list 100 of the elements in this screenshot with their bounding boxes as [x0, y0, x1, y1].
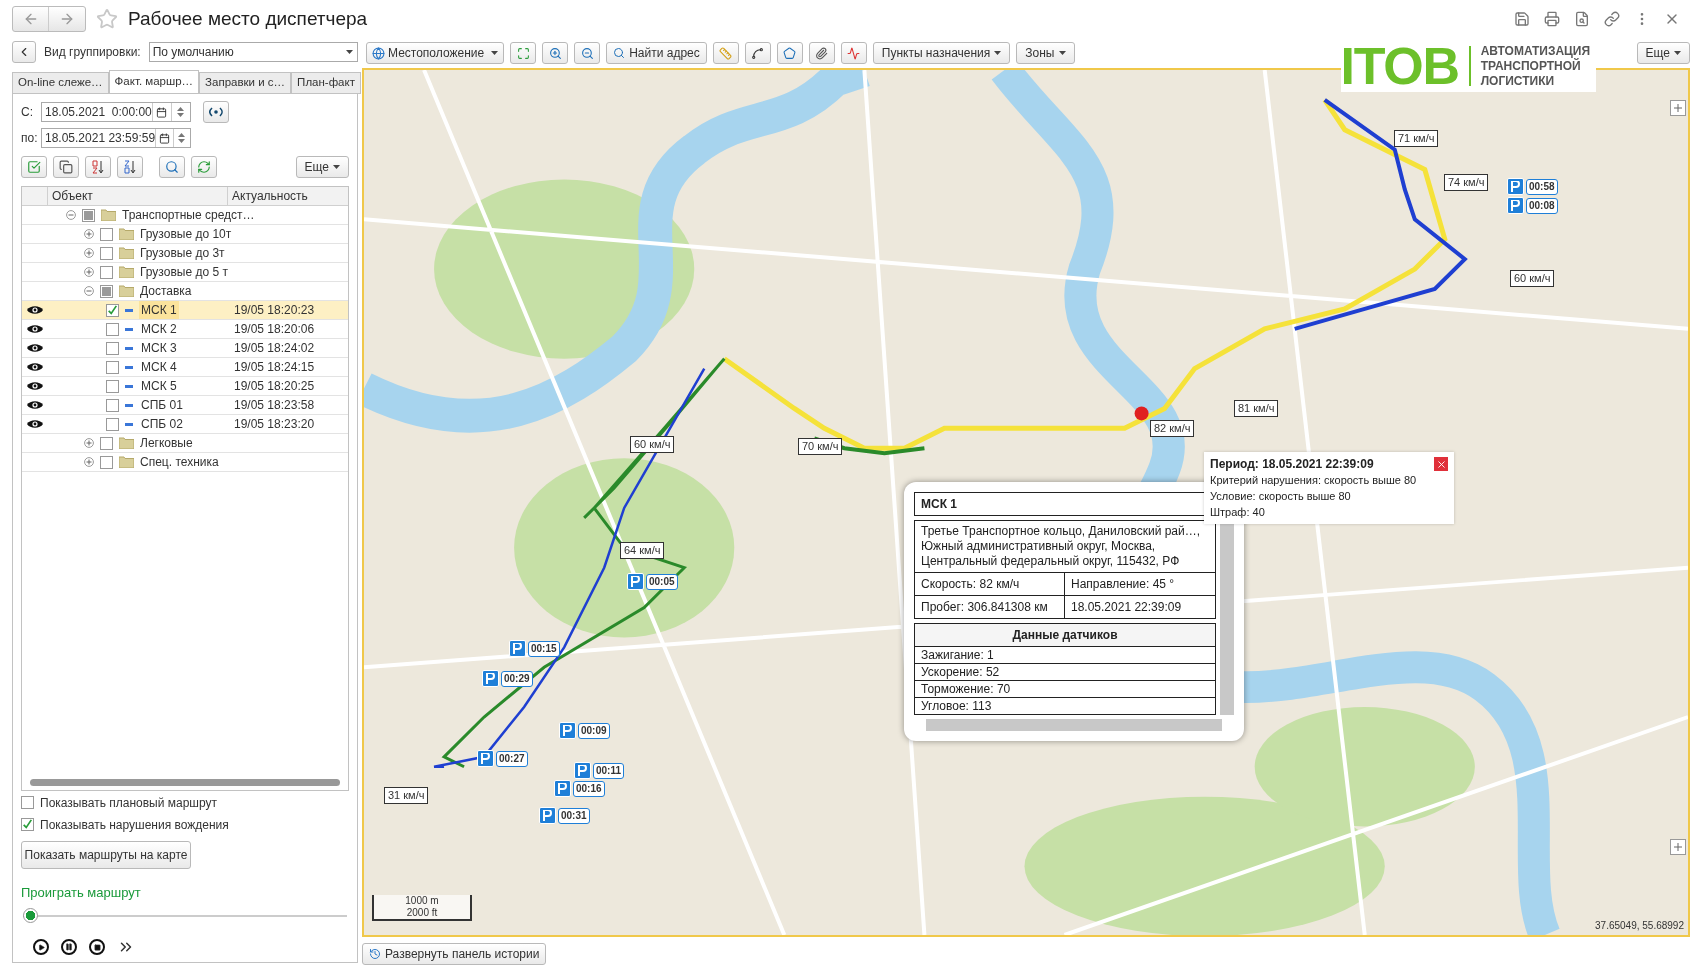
group-name[interactable]: Доставка	[140, 282, 192, 300]
parking-icon[interactable]	[509, 640, 526, 657]
column-header[interactable]: Объект	[48, 187, 228, 205]
checkbox[interactable]	[100, 246, 113, 260]
zoom-in-button[interactable]	[542, 42, 569, 64]
group-name[interactable]: Спец. техника	[140, 453, 219, 471]
realtime-button[interactable]	[203, 101, 229, 123]
eye-icon[interactable]	[27, 324, 43, 334]
expand-icon[interactable]	[84, 438, 94, 448]
destinations-button[interactable]: Пункты назначения	[872, 42, 1011, 64]
checkbox[interactable]	[100, 455, 113, 469]
zones-button[interactable]: Зоны	[1016, 42, 1075, 64]
tree-row[interactable]: МСК 5 19/05 18:20:25	[22, 377, 348, 396]
eye-icon[interactable]	[27, 362, 43, 372]
eye-icon[interactable]	[27, 400, 43, 410]
route-button[interactable]	[744, 42, 771, 64]
grouping-dropdown[interactable]: По умолчанию	[148, 42, 358, 62]
eye-icon[interactable]	[27, 381, 43, 391]
tree-row[interactable]: МСК 4 19/05 18:24:15	[22, 358, 348, 377]
parking-icon[interactable]	[627, 573, 644, 590]
to-date-field[interactable]: 18.05.2021 23:59:59	[41, 128, 191, 148]
checkbox[interactable]	[100, 265, 113, 279]
checkbox[interactable]	[106, 398, 119, 412]
popup-horizontal-scrollbar[interactable]	[926, 719, 1222, 731]
checkbox[interactable]	[100, 227, 113, 241]
fit-map-button[interactable]	[510, 42, 537, 64]
tree-row[interactable]: СПБ 02 19/05 18:23:20	[22, 415, 348, 434]
check-all-button[interactable]	[21, 156, 47, 178]
tab[interactable]: Заправки и с…	[199, 72, 292, 94]
tab[interactable]: Факт. маршр…	[108, 70, 200, 94]
map-more-button[interactable]: Еще	[1636, 42, 1690, 64]
eye-icon[interactable]	[27, 305, 43, 315]
parking-icon[interactable]	[1507, 178, 1524, 195]
column-header[interactable]: Актуальность	[228, 187, 348, 205]
attach-button[interactable]	[808, 42, 835, 64]
checkbox[interactable]	[106, 303, 119, 317]
expand-icon[interactable]	[84, 457, 94, 467]
print-icon[interactable]	[1544, 11, 1560, 27]
collapse-icon[interactable]	[84, 286, 94, 296]
location-button[interactable]: Местоположение	[366, 42, 505, 64]
group-name[interactable]: Транспортные средст…	[122, 206, 255, 224]
checkbox[interactable]	[106, 417, 119, 431]
collapse-icon[interactable]	[66, 210, 76, 220]
sort-ascending-button[interactable]	[85, 156, 111, 178]
refresh-button[interactable]	[191, 156, 217, 178]
parking-icon[interactable]	[554, 780, 571, 797]
from-date-field[interactable]: 18.05.2021 0:00:00	[41, 102, 191, 122]
track-button[interactable]	[840, 42, 867, 64]
sort-descending-button[interactable]	[117, 156, 143, 178]
parking-icon[interactable]	[574, 762, 591, 779]
group-name[interactable]: Легковые	[140, 434, 193, 452]
checkbox[interactable]	[106, 341, 119, 355]
tree-row[interactable]: МСК 2 19/05 18:20:06	[22, 320, 348, 339]
tab[interactable]: On-line слеже…	[12, 72, 109, 94]
link-icon[interactable]	[1604, 11, 1620, 27]
map-zoom-in[interactable]	[1670, 100, 1686, 116]
checkbox[interactable]	[100, 284, 113, 298]
eye-icon[interactable]	[27, 343, 43, 353]
history-panel-button[interactable]: Развернуть панель истории	[362, 943, 547, 965]
play-icon[interactable]	[33, 939, 49, 955]
checkbox[interactable]	[106, 360, 119, 374]
stop-icon[interactable]	[89, 939, 105, 955]
zoom-out-button[interactable]	[574, 42, 601, 64]
save-icon[interactable]	[1514, 11, 1530, 27]
checkbox[interactable]	[82, 208, 95, 222]
horizontal-scrollbar[interactable]	[30, 779, 340, 786]
group-name[interactable]: Грузовые до 5 т	[140, 263, 228, 281]
eye-icon[interactable]	[27, 419, 43, 429]
tree-row[interactable]: МСК 1 19/05 18:20:23	[22, 301, 348, 320]
tree-row[interactable]: СПБ 01 19/05 18:23:58	[22, 396, 348, 415]
search-button[interactable]	[159, 156, 185, 178]
star-icon[interactable]	[96, 8, 118, 30]
checkbox[interactable]	[21, 796, 34, 809]
parking-icon[interactable]	[477, 750, 494, 767]
tab[interactable]: План-факт	[291, 72, 361, 94]
uncheck-all-button[interactable]	[53, 156, 79, 178]
find-address-button[interactable]: Найти адрес	[606, 42, 707, 64]
expand-icon[interactable]	[84, 248, 94, 258]
group-name[interactable]: Грузовые до 3т	[140, 244, 225, 262]
parking-icon[interactable]	[559, 722, 576, 739]
polygon-button[interactable]	[776, 42, 803, 64]
expand-icon[interactable]	[84, 229, 94, 239]
preview-icon[interactable]	[1574, 11, 1590, 27]
more-button[interactable]: Еще	[295, 156, 349, 178]
parking-icon[interactable]	[482, 670, 499, 687]
ruler-button[interactable]	[712, 42, 739, 64]
map-zoom-out[interactable]	[1670, 839, 1686, 855]
parking-icon[interactable]	[1507, 197, 1524, 214]
parking-icon[interactable]	[539, 807, 556, 824]
pause-icon[interactable]	[61, 939, 77, 955]
checkbox[interactable]	[106, 379, 119, 393]
checkbox[interactable]	[100, 436, 113, 450]
checkbox[interactable]	[106, 322, 119, 336]
show-routes-button[interactable]: Показать маршруты на карте	[21, 840, 191, 869]
group-name[interactable]: Грузовые до 10т	[140, 225, 232, 243]
expand-icon[interactable]	[84, 267, 94, 277]
collapse-panel-button[interactable]	[12, 41, 36, 63]
checkbox[interactable]	[21, 818, 34, 831]
tree-row[interactable]: МСК 3 19/05 18:24:02	[22, 339, 348, 358]
slider-thumb[interactable]	[23, 908, 38, 923]
